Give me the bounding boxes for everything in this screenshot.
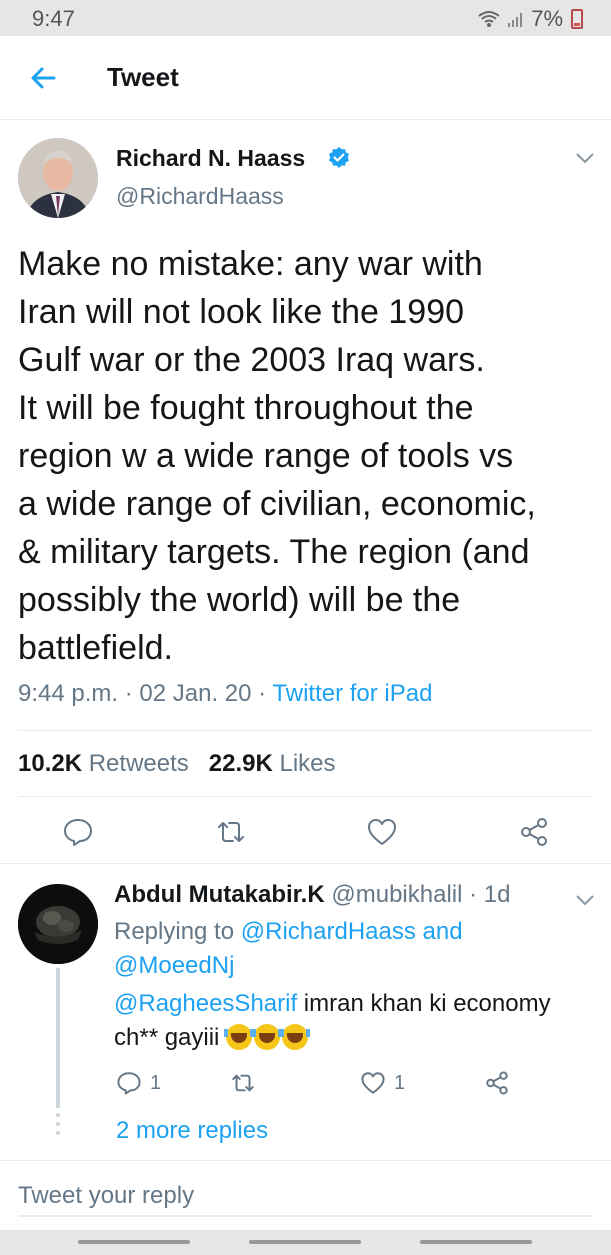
mention-link[interactable]: @RichardHaass	[241, 918, 416, 945]
verified-badge-icon	[329, 147, 349, 168]
reply-retweet-button[interactable]	[230, 1070, 256, 1096]
reply-header: Abdul Mutakabir.K @mubikhalil · 1d	[114, 881, 510, 909]
nav-recents[interactable]	[78, 1240, 190, 1244]
divider	[18, 730, 593, 731]
back-arrow-icon	[31, 67, 56, 89]
mention-link[interactable]: @MoeedNj	[114, 952, 234, 979]
tears-of-joy-emoji	[280, 1024, 311, 1050]
retweet-icon[interactable]	[215, 816, 247, 848]
likes-stat[interactable]: 22.9K Likes	[209, 750, 336, 777]
tweet-source-link[interactable]: Twitter for iPad	[272, 680, 432, 707]
share-icon	[486, 1071, 508, 1095]
tweet-date: 02 Jan. 20	[139, 680, 252, 707]
reply-count: 1	[150, 1071, 162, 1094]
replying-label: Replying to	[114, 918, 235, 945]
tweet-time: 9:44 p.m.	[18, 680, 119, 707]
header: Tweet	[0, 36, 611, 120]
chevron-down-icon[interactable]	[574, 150, 596, 166]
battery-icon	[571, 9, 583, 29]
tweet-stats: 10.2K Retweets 22.9K Likes	[18, 750, 336, 778]
like-icon[interactable]	[366, 816, 398, 848]
system-nav-bar	[0, 1230, 611, 1255]
reply-author-handle[interactable]: @mubikhalil	[331, 881, 462, 908]
likes-count: 22.9K	[208, 750, 273, 777]
reply-avatar[interactable]	[18, 884, 98, 964]
back-button[interactable]	[24, 58, 64, 98]
status-indicators: 7%	[477, 6, 583, 32]
signal-icon	[508, 13, 523, 27]
wifi-icon	[478, 11, 500, 27]
tears-of-joy-emoji	[224, 1024, 255, 1050]
like-count: 1	[394, 1071, 406, 1094]
reply-share-button[interactable]	[484, 1070, 510, 1096]
battery-percent: 7%	[531, 6, 563, 31]
meta-separator-2: ·	[258, 680, 267, 707]
tweet-meta: 9:44 p.m. · 02 Jan. 20 · Twitter for iPa…	[18, 680, 432, 708]
reply-reply-button[interactable]: 1	[116, 1070, 161, 1096]
reply-text: @RagheesSharif imran khan ki economy ch*…	[114, 987, 594, 1055]
reply-age: · 1d	[469, 881, 511, 908]
retweets-label: Retweets	[88, 750, 189, 777]
and-label: and	[422, 918, 463, 945]
reply-author-name[interactable]: Abdul Mutakabir.K	[114, 881, 325, 908]
author-avatar[interactable]	[18, 138, 98, 218]
divider	[18, 796, 593, 797]
chevron-down-icon[interactable]	[574, 893, 596, 907]
likes-label: Likes	[279, 750, 336, 777]
nav-back[interactable]	[420, 1240, 532, 1244]
author-handle[interactable]: @RichardHaass	[116, 183, 284, 210]
nav-home[interactable]	[249, 1240, 361, 1244]
reply-actions: 1 1	[114, 1066, 594, 1100]
retweets-stat[interactable]: 10.2K Retweets	[18, 750, 189, 777]
like-icon	[361, 1072, 385, 1094]
compose-bar	[0, 1160, 611, 1230]
reply-mention-link[interactable]: @RagheesSharif	[114, 990, 297, 1017]
page-title: Tweet	[107, 62, 179, 92]
reply-like-button[interactable]: 1	[360, 1070, 405, 1096]
more-replies-link[interactable]: 2 more replies	[116, 1117, 268, 1145]
thread-line	[56, 968, 60, 1108]
tweet-text: Make no mistake: any war with Iran will …	[18, 245, 536, 667]
meta-separator: ·	[124, 680, 133, 707]
tears-of-joy-emoji	[252, 1024, 283, 1050]
reply-icon	[117, 1072, 141, 1095]
share-icon[interactable]	[518, 816, 550, 848]
thread-dots	[56, 1113, 60, 1135]
retweets-count: 10.2K	[18, 750, 83, 777]
reply-icon[interactable]	[62, 816, 94, 848]
status-time: 9:47	[32, 6, 75, 31]
retweet-icon	[232, 1074, 254, 1092]
author-name[interactable]: Richard N. Haass	[116, 145, 305, 172]
tweet-actions	[0, 800, 611, 864]
reply-input[interactable]	[18, 1177, 593, 1217]
status-bar: 9:47 7%	[0, 0, 611, 36]
replying-to: Replying to @RichardHaass and @MoeedNj	[114, 915, 534, 983]
